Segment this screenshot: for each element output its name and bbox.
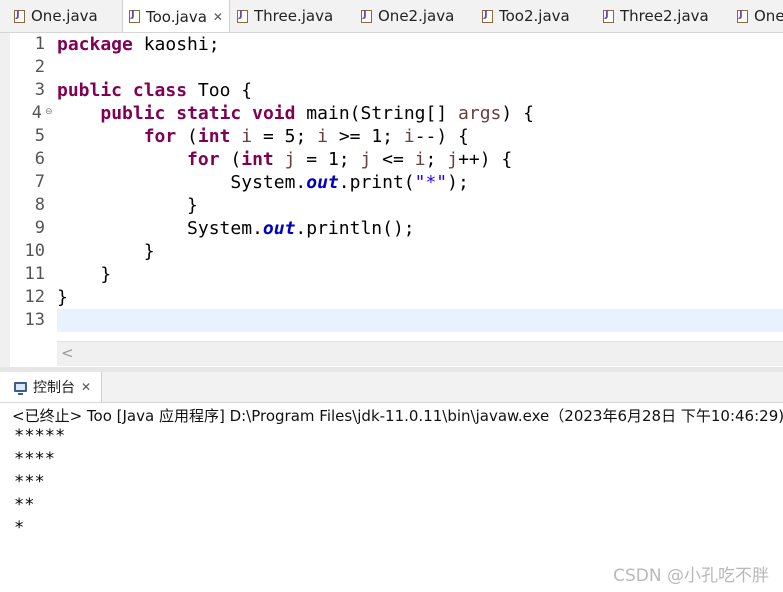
console-output-line: ** xyxy=(14,495,35,515)
editor-gutter xyxy=(0,33,10,367)
java-file-icon xyxy=(603,9,614,23)
tab-console[interactable]: 控制台 ✕ xyxy=(0,372,103,402)
code-line: } xyxy=(57,241,155,262)
line-number: 8 xyxy=(34,195,45,215)
console-output-line: *** xyxy=(14,472,45,492)
console-icon xyxy=(14,382,27,395)
line-number: 9 xyxy=(34,218,45,238)
tab-label: Too2.java xyxy=(499,7,570,25)
console-status-text: <已终止> Too [Java 应用程序] D:\Program Files\j… xyxy=(12,407,783,425)
code-line: public class Too { xyxy=(57,80,253,101)
current-line-highlight xyxy=(57,309,783,332)
tab-label: Three2.java xyxy=(620,7,709,25)
console-output-line: * xyxy=(14,518,25,538)
scroll-left-icon[interactable]: < xyxy=(61,344,74,362)
code-line: } xyxy=(57,195,198,216)
line-number: 6 xyxy=(34,149,45,169)
console-output-line: **** xyxy=(14,449,55,469)
java-file-icon xyxy=(129,9,140,23)
fold-collapse-icon[interactable]: ⊖ xyxy=(45,107,53,117)
code-line: for (int i = 5; i >= 1; i--) { xyxy=(143,126,469,147)
code-line: System.out.print("*"); xyxy=(230,172,469,193)
java-file-icon xyxy=(14,9,25,23)
line-number: 4 xyxy=(31,103,42,123)
close-icon[interactable]: ✕ xyxy=(213,10,223,24)
line-number: 7 xyxy=(34,172,45,192)
watermark: CSDN @小孔吃不胖 xyxy=(613,566,769,586)
line-number: 11 xyxy=(24,264,45,284)
line-number: 10 xyxy=(24,241,45,261)
horizontal-scrollbar[interactable]: < xyxy=(57,341,783,366)
tab-label: Too.java xyxy=(146,7,207,26)
tab-label: One.java xyxy=(31,7,98,25)
tab-too-java[interactable]: Too.java ✕ xyxy=(122,0,230,32)
close-icon[interactable]: ✕ xyxy=(81,380,91,394)
line-number: 1 xyxy=(34,34,45,54)
code-editor[interactable]: 1 2 3 4 5 6 7 8 9 10 11 12 13 ⊖ package … xyxy=(0,33,783,367)
java-file-icon xyxy=(361,9,372,23)
code-line: public static void main(String[] args) { xyxy=(100,103,534,124)
tab-three-java[interactable]: Three.java xyxy=(237,0,333,32)
tab-one-java[interactable]: One.java xyxy=(14,0,98,32)
code-line: } xyxy=(57,264,112,285)
tab-three2-java[interactable]: Three2.java xyxy=(603,0,709,32)
line-number: 3 xyxy=(34,80,45,100)
tab-one-overflow[interactable]: One xyxy=(737,0,783,32)
tab-too2-java[interactable]: Too2.java xyxy=(482,0,570,32)
java-file-icon xyxy=(737,9,748,23)
tab-one2-java[interactable]: One2.java xyxy=(361,0,454,32)
line-number: 2 xyxy=(34,57,45,77)
console-tab-label: 控制台 xyxy=(33,380,75,396)
editor-tab-bar: One.java Too.java ✕ Three.java One2.java… xyxy=(0,0,783,33)
code-line: package kaoshi; xyxy=(57,34,220,55)
tab-label: One2.java xyxy=(378,7,455,25)
java-file-icon xyxy=(237,9,248,23)
tab-label: One xyxy=(754,7,783,25)
code-line: } xyxy=(57,287,68,308)
tab-label: Three.java xyxy=(254,7,334,25)
line-number: 12 xyxy=(24,287,45,307)
line-number: 13 xyxy=(24,310,45,330)
console-tab-bar: 控制台 ✕ xyxy=(0,372,783,403)
console-output-line: ***** xyxy=(14,426,66,446)
code-line: for (int j = 1; j <= i; j++) { xyxy=(187,149,513,170)
java-file-icon xyxy=(482,9,493,23)
code-line: System.out.println(); xyxy=(187,218,415,239)
line-number: 5 xyxy=(34,126,45,146)
